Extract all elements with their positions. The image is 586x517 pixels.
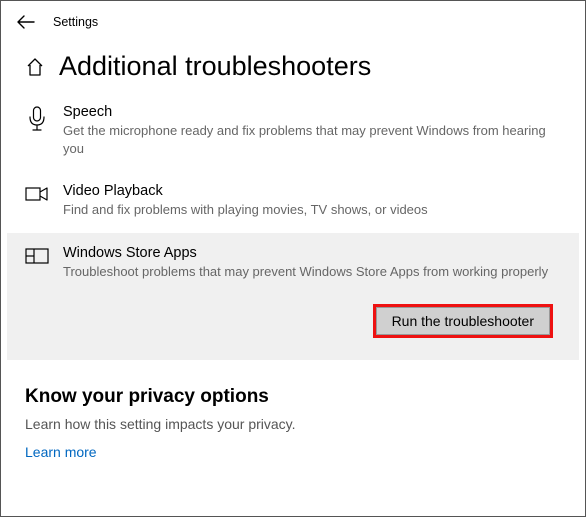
item-description: Get the microphone ready and fix problem… <box>63 122 561 157</box>
video-camera-icon <box>25 183 49 203</box>
learn-more-link[interactable]: Learn more <box>25 444 561 460</box>
run-troubleshooter-button[interactable]: Run the troubleshooter <box>373 304 553 338</box>
microphone-icon <box>25 104 49 132</box>
troubleshooter-item-video[interactable]: Video Playback Find and fix problems wit… <box>1 171 585 233</box>
app-grid-icon <box>25 245 49 265</box>
troubleshooter-item-store-apps[interactable]: Windows Store Apps Troubleshoot problems… <box>7 233 579 295</box>
page-header: Additional troubleshooters <box>1 35 585 92</box>
item-description: Find and fix problems with playing movie… <box>63 201 561 219</box>
privacy-section: Know your privacy options Learn how this… <box>1 360 585 472</box>
item-title: Video Playback <box>63 183 561 199</box>
privacy-title: Know your privacy options <box>25 386 561 408</box>
item-title: Windows Store Apps <box>63 245 561 261</box>
back-arrow-icon[interactable] <box>17 15 35 29</box>
privacy-description: Learn how this setting impacts your priv… <box>25 416 561 432</box>
home-icon[interactable] <box>25 57 45 77</box>
troubleshooter-list: Speech Get the microphone ready and fix … <box>1 92 585 360</box>
item-title: Speech <box>63 104 561 120</box>
run-button-row: Run the troubleshooter <box>7 294 579 360</box>
settings-label: Settings <box>53 15 98 29</box>
troubleshooter-item-speech[interactable]: Speech Get the microphone ready and fix … <box>1 92 585 171</box>
item-description: Troubleshoot problems that may prevent W… <box>63 263 561 281</box>
title-bar: Settings <box>1 1 585 35</box>
page-title: Additional troubleshooters <box>59 51 371 82</box>
